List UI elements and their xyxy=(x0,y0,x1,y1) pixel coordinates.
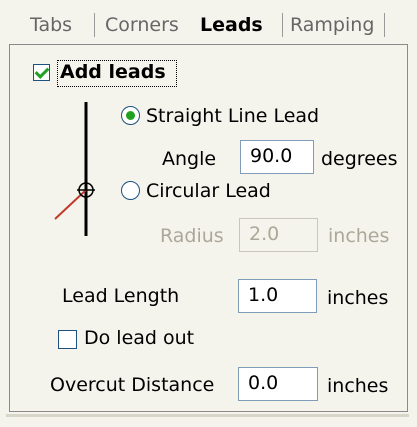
tab-separator xyxy=(282,13,283,37)
lead-length-input[interactable]: 1.0 xyxy=(238,279,317,313)
leads-panel: Add leads Straight Line Lead Angle 90.0 … xyxy=(9,44,408,412)
radius-label: Radius xyxy=(160,225,224,247)
tab-bar: Tabs Corners Leads Ramping xyxy=(0,0,417,42)
overcut-distance-unit: inches xyxy=(327,375,389,397)
lead-out-label[interactable]: Do lead out xyxy=(84,327,194,349)
overcut-distance-label: Overcut Distance xyxy=(50,374,215,396)
angle-unit: degrees xyxy=(321,148,398,170)
lead-diagram-icon xyxy=(54,102,95,236)
add-leads-label[interactable]: Add leads xyxy=(60,61,166,83)
tab-leads[interactable]: Leads xyxy=(200,14,263,36)
overcut-distance-input[interactable]: 0.0 xyxy=(238,367,318,401)
lead-out-checkbox[interactable] xyxy=(58,330,77,349)
panel-bottom-edge xyxy=(6,414,409,417)
add-leads-checkbox[interactable] xyxy=(33,64,50,81)
angle-label: Angle xyxy=(162,148,217,170)
angle-input[interactable]: 90.0 xyxy=(240,140,314,174)
tab-separator xyxy=(94,13,95,37)
lead-length-unit: inches xyxy=(327,287,389,309)
tab-ramping[interactable]: Ramping xyxy=(290,14,374,36)
tab-tabs[interactable]: Tabs xyxy=(30,14,72,36)
radius-unit: inches xyxy=(328,225,390,247)
tab-separator xyxy=(384,13,385,37)
tab-corners[interactable]: Corners xyxy=(105,14,179,36)
straight-line-lead-radio[interactable] xyxy=(121,106,140,125)
circular-lead-radio[interactable] xyxy=(121,181,140,200)
circular-lead-label[interactable]: Circular Lead xyxy=(146,180,271,202)
straight-line-lead-label[interactable]: Straight Line Lead xyxy=(146,105,319,127)
radius-input[interactable]: 2.0 xyxy=(239,218,318,252)
lead-length-label: Lead Length xyxy=(62,285,180,307)
